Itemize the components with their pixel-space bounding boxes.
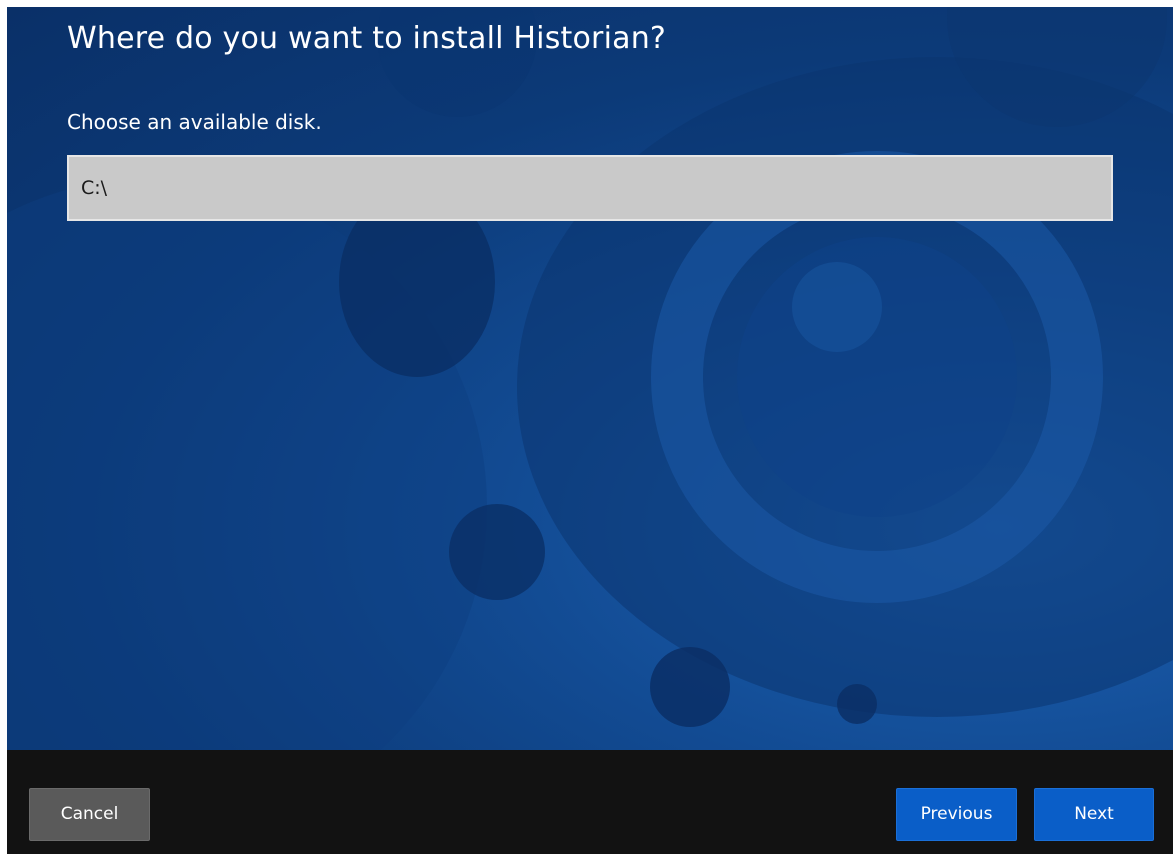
cancel-button[interactable]: Cancel xyxy=(29,788,150,841)
previous-button[interactable]: Previous xyxy=(896,788,1017,841)
footer-bar: Cancel Previous Next xyxy=(7,750,1173,854)
installer-window: Where do you want to install Historian? … xyxy=(0,0,1173,854)
disk-prompt-label: Choose an available disk. xyxy=(67,110,322,134)
next-button[interactable]: Next xyxy=(1034,788,1154,841)
page-title: Where do you want to install Historian? xyxy=(67,21,667,56)
installer-content-panel: Where do you want to install Historian? … xyxy=(7,7,1173,750)
disk-select[interactable]: C:\ xyxy=(67,155,1113,221)
